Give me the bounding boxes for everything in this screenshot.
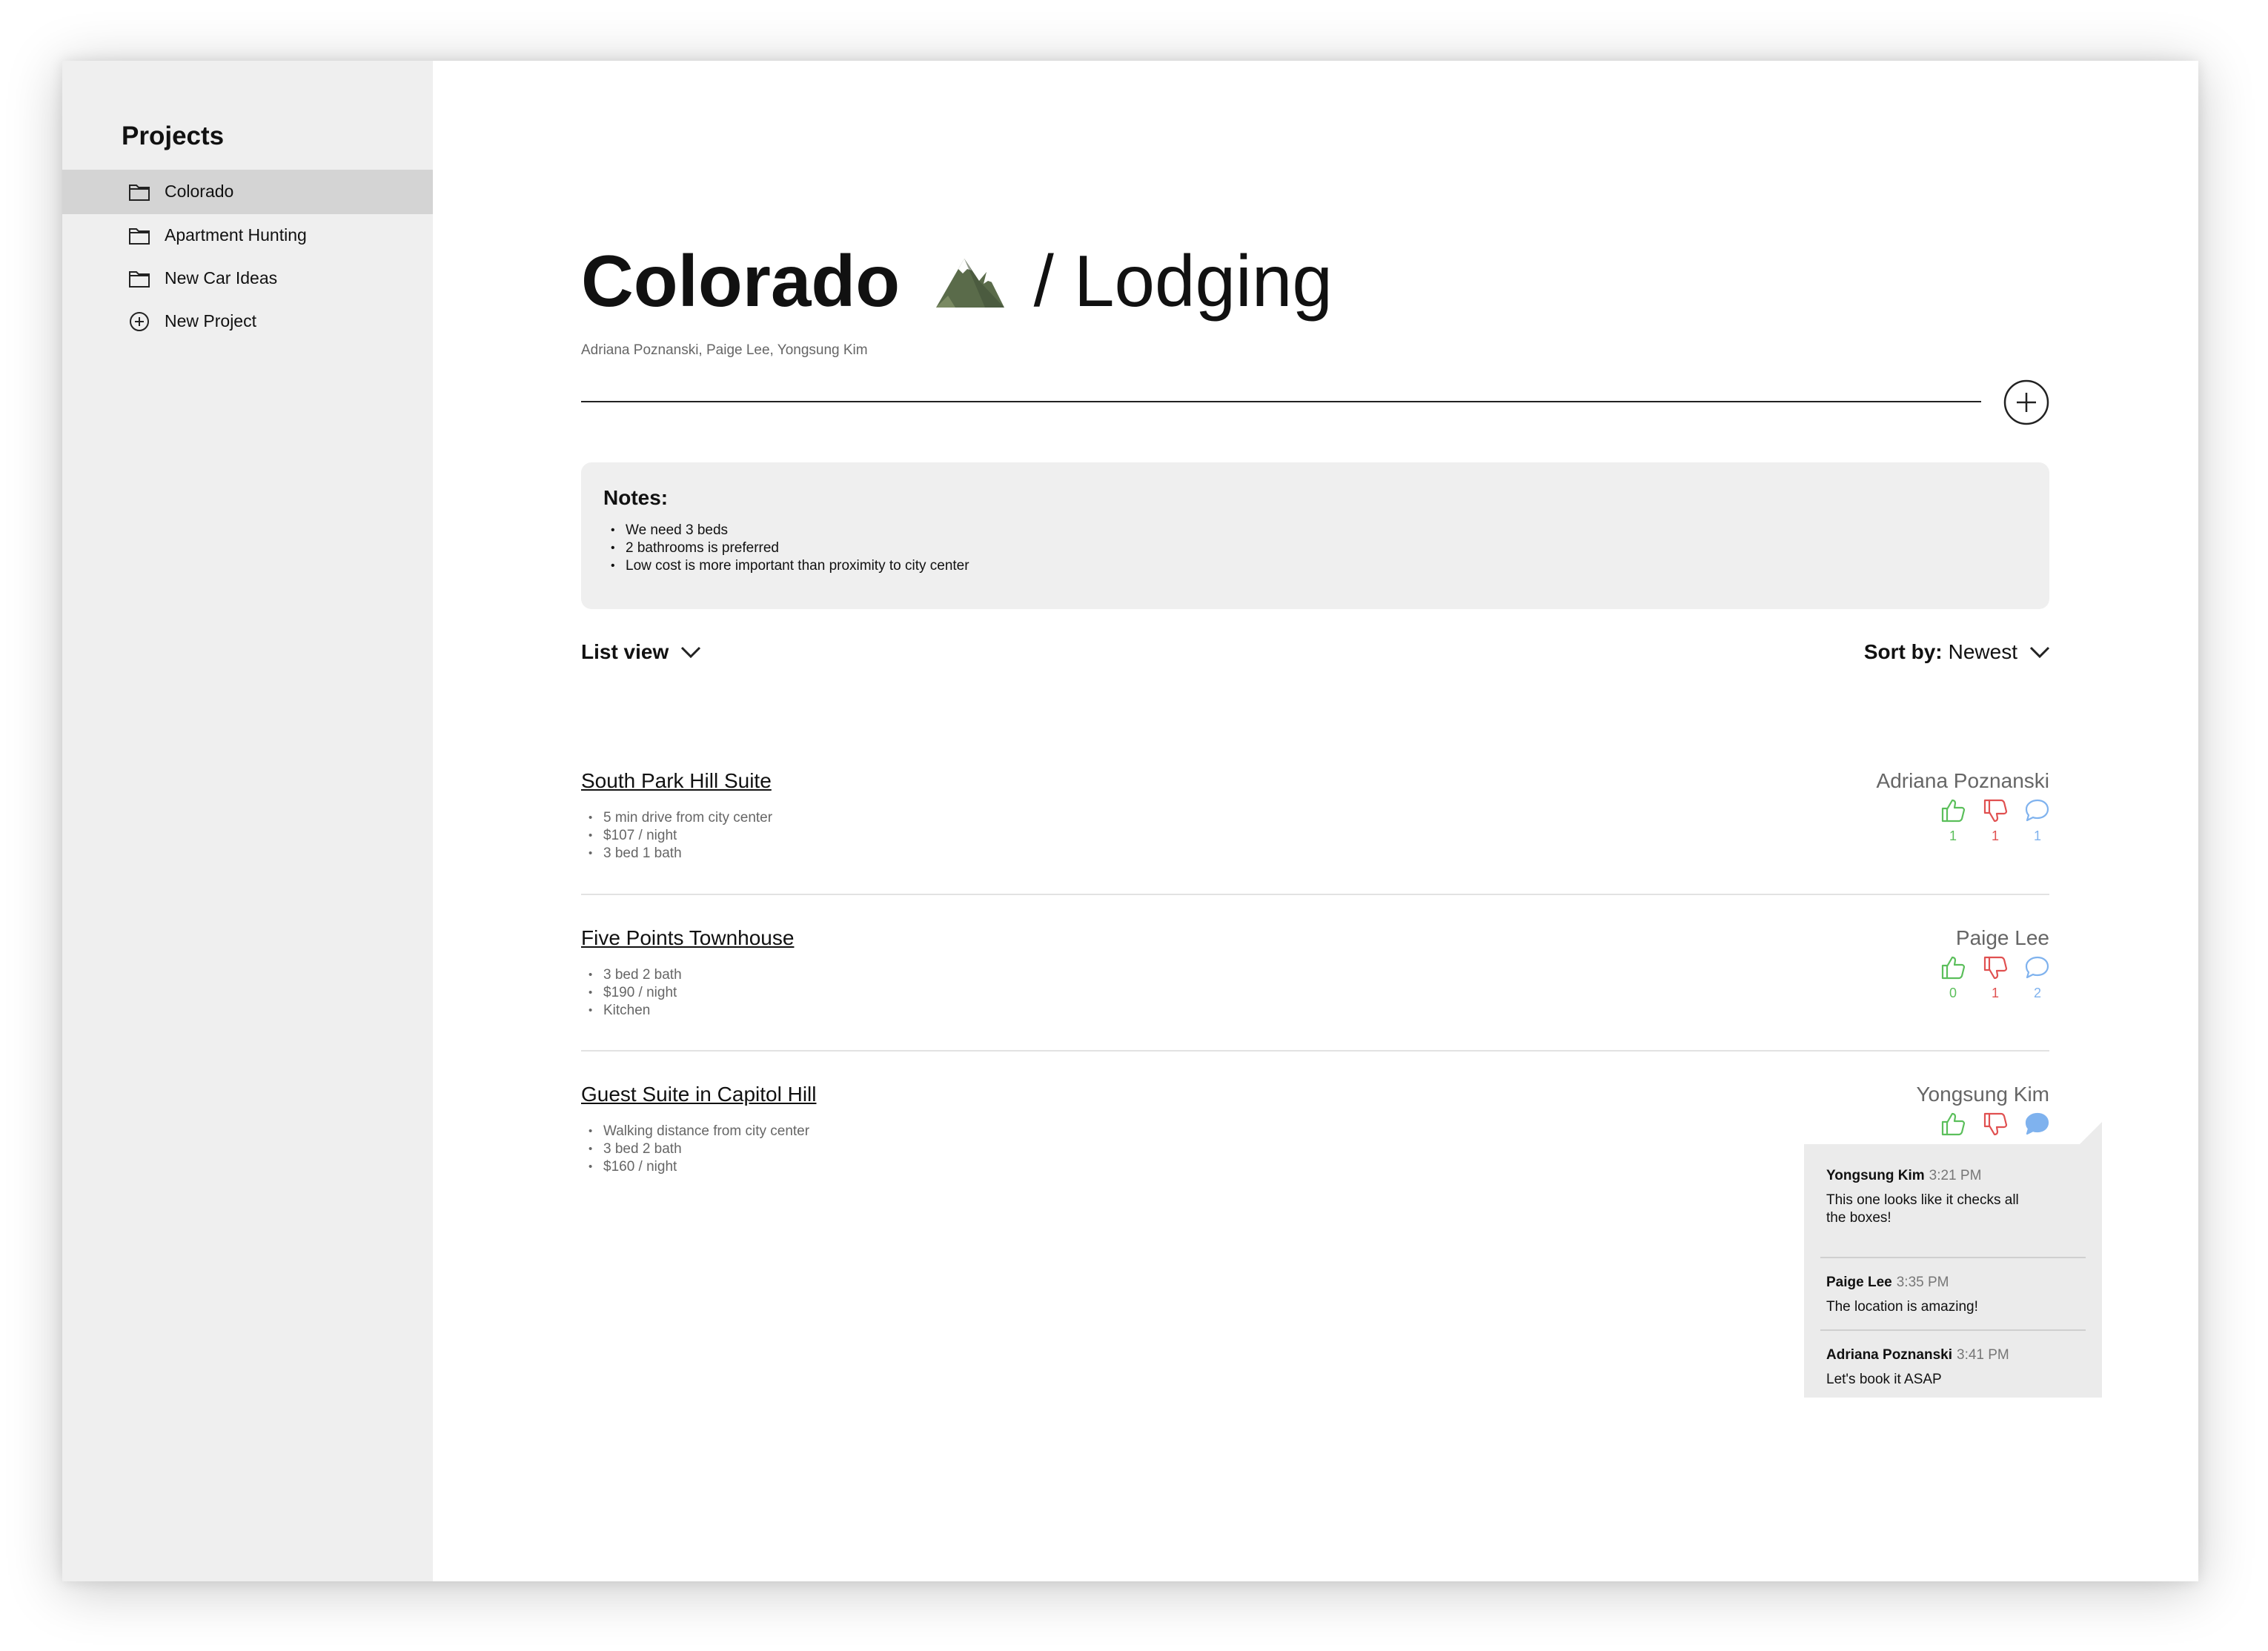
sidebar-item-label: New Car Ideas	[165, 268, 278, 288]
notes-list: We need 3 beds 2 bathrooms is preferred …	[603, 522, 969, 575]
dislike-count: 1	[1991, 828, 1999, 843]
sidebar-item-label: Apartment Hunting	[165, 225, 307, 245]
title-separator: /	[1033, 240, 1054, 322]
folder-icon	[129, 185, 150, 201]
comment-time: 3:35 PM	[1896, 1275, 1949, 1290]
folder-icon	[129, 228, 150, 245]
listing-details: Walking distance from city center 3 bed …	[581, 1123, 809, 1176]
thumbs-down-icon	[1983, 956, 2008, 980]
sort-dropdown[interactable]: Sort by: Newest	[1864, 640, 2050, 664]
section-name: Lodging	[1074, 240, 1333, 322]
view-toggle[interactable]: List view	[581, 640, 701, 664]
comment-divider	[1820, 1257, 2086, 1258]
listing-detail: Kitchen	[581, 1002, 682, 1020]
listing-detail: 3 bed 2 bath	[581, 966, 682, 984]
like-count: 0	[1949, 986, 1957, 1000]
sidebar-item-label: Colorado	[165, 182, 234, 201]
speech-bubble-icon	[2025, 1112, 2049, 1135]
listing-details: 5 min drive from city center $107 / nigh…	[581, 809, 772, 863]
thumbs-up-icon	[1941, 1112, 1966, 1136]
comment-text: This one looks like it checks all the bo…	[1826, 1192, 2019, 1226]
chevron-down-icon	[2029, 646, 2050, 659]
reactions: 1 1 1	[1938, 797, 2049, 849]
sort-value: Newest	[1948, 640, 2017, 663]
comment-count: 2	[2033, 986, 2041, 1000]
thumbs-down-icon	[1983, 1112, 2008, 1136]
like-button[interactable]: 0	[1938, 954, 1968, 1001]
project-name: Colorado	[581, 240, 901, 322]
sidebar-item-new-project[interactable]: New Project	[62, 299, 433, 344]
folder-icon	[129, 271, 150, 288]
listing-divider	[581, 894, 2049, 895]
comment-button[interactable]: 1	[2023, 797, 2052, 844]
reactions: 0 1 2	[1938, 954, 2049, 1006]
like-count: 1	[1949, 828, 1957, 843]
listing-title[interactable]: Guest Suite in Capitol Hill	[581, 1083, 816, 1106]
listing-detail: Walking distance from city center	[581, 1123, 809, 1140]
dislike-button[interactable]: 1	[1980, 797, 2010, 844]
comment-text: Let's book it ASAP	[1826, 1372, 1942, 1387]
sidebar-item-label: New Project	[165, 311, 256, 330]
speech-bubble-icon	[2025, 956, 2049, 979]
listing-details: 3 bed 2 bath $190 / night Kitchen	[581, 966, 682, 1020]
listing-author: Adriana Poznanski	[1876, 769, 2049, 792]
page-title: Colorado / Lodging	[581, 245, 1333, 317]
note-item: 2 bathrooms is preferred	[603, 539, 969, 557]
sidebar-item-colorado[interactable]: Colorado	[62, 170, 433, 214]
listing-detail: $160 / night	[581, 1158, 809, 1176]
comment-count: 1	[2033, 828, 2041, 843]
chevron-down-icon	[681, 646, 701, 659]
add-item-button[interactable]	[2003, 379, 2049, 425]
comment-button[interactable]: 2	[2023, 954, 2052, 1001]
notes-title: Notes:	[603, 486, 669, 509]
mountain-icon	[936, 259, 1005, 308]
comment-text: The location is amazing!	[1826, 1299, 1978, 1315]
comment-author: Adriana Poznanski	[1826, 1347, 1952, 1363]
comment-author: Yongsung Kim	[1826, 1168, 1925, 1183]
thumbs-up-icon	[1941, 799, 1966, 823]
comment-time: 3:41 PM	[1957, 1347, 2009, 1363]
listing-detail: 5 min drive from city center	[581, 809, 772, 827]
listing-detail: 3 bed 2 bath	[581, 1140, 809, 1158]
header-divider	[581, 401, 1981, 402]
listing-title[interactable]: Five Points Townhouse	[581, 926, 794, 950]
app-window: Projects Colorado Apartment Hunting New …	[62, 61, 2198, 1581]
note-item: We need 3 beds	[603, 522, 969, 539]
sidebar: Projects Colorado Apartment Hunting New …	[62, 61, 433, 1581]
dislike-button[interactable]: 1	[1980, 954, 2010, 1001]
listing-author: Yongsung Kim	[1916, 1083, 2049, 1106]
comment-author: Paige Lee	[1826, 1275, 1892, 1290]
notes-panel: Notes: We need 3 beds 2 bathrooms is pre…	[581, 462, 2049, 609]
sort-label: Sort by:	[1863, 640, 1943, 663]
comment-entry: Yongsung Kim 3:21 PM This one looks like …	[1826, 1168, 2093, 1227]
comment-divider	[1820, 1329, 2086, 1331]
listing-title[interactable]: South Park Hill Suite	[581, 769, 772, 793]
thumbs-down-icon	[1983, 799, 2008, 823]
comment-entry: Adriana Poznanski 3:41 PM Let's book it A…	[1826, 1347, 2093, 1389]
comment-time: 3:21 PM	[1929, 1168, 1982, 1183]
listing-detail: 3 bed 1 bath	[581, 845, 772, 863]
sidebar-item-apartment-hunting[interactable]: Apartment Hunting	[62, 213, 433, 258]
speech-bubble-icon	[2025, 799, 2049, 822]
note-item: Low cost is more important than proximit…	[603, 557, 969, 575]
listing-divider	[581, 1050, 2049, 1052]
listing-detail: $107 / night	[581, 827, 772, 845]
sidebar-title: Projects	[122, 122, 225, 150]
collaborators: Adriana Poznanski, Paige Lee, Yongsung K…	[581, 342, 868, 358]
sidebar-item-new-car-ideas[interactable]: New Car Ideas	[62, 256, 433, 301]
view-label: List view	[581, 640, 669, 663]
comment-popover: Yongsung Kim 3:21 PM This one looks like …	[1804, 1122, 2102, 1398]
plus-circle-icon	[130, 312, 149, 331]
like-button[interactable]: 1	[1938, 797, 1968, 844]
dislike-count: 1	[1991, 986, 1999, 1000]
listing-author: Paige Lee	[1955, 926, 2049, 949]
listing-detail: $190 / night	[581, 984, 682, 1002]
thumbs-up-icon	[1941, 956, 1966, 980]
main-content: Colorado / Lodging Adriana Poznanski, Pa…	[433, 61, 2198, 1581]
comment-entry: Paige Lee 3:35 PM The location is amazing…	[1826, 1275, 2093, 1316]
